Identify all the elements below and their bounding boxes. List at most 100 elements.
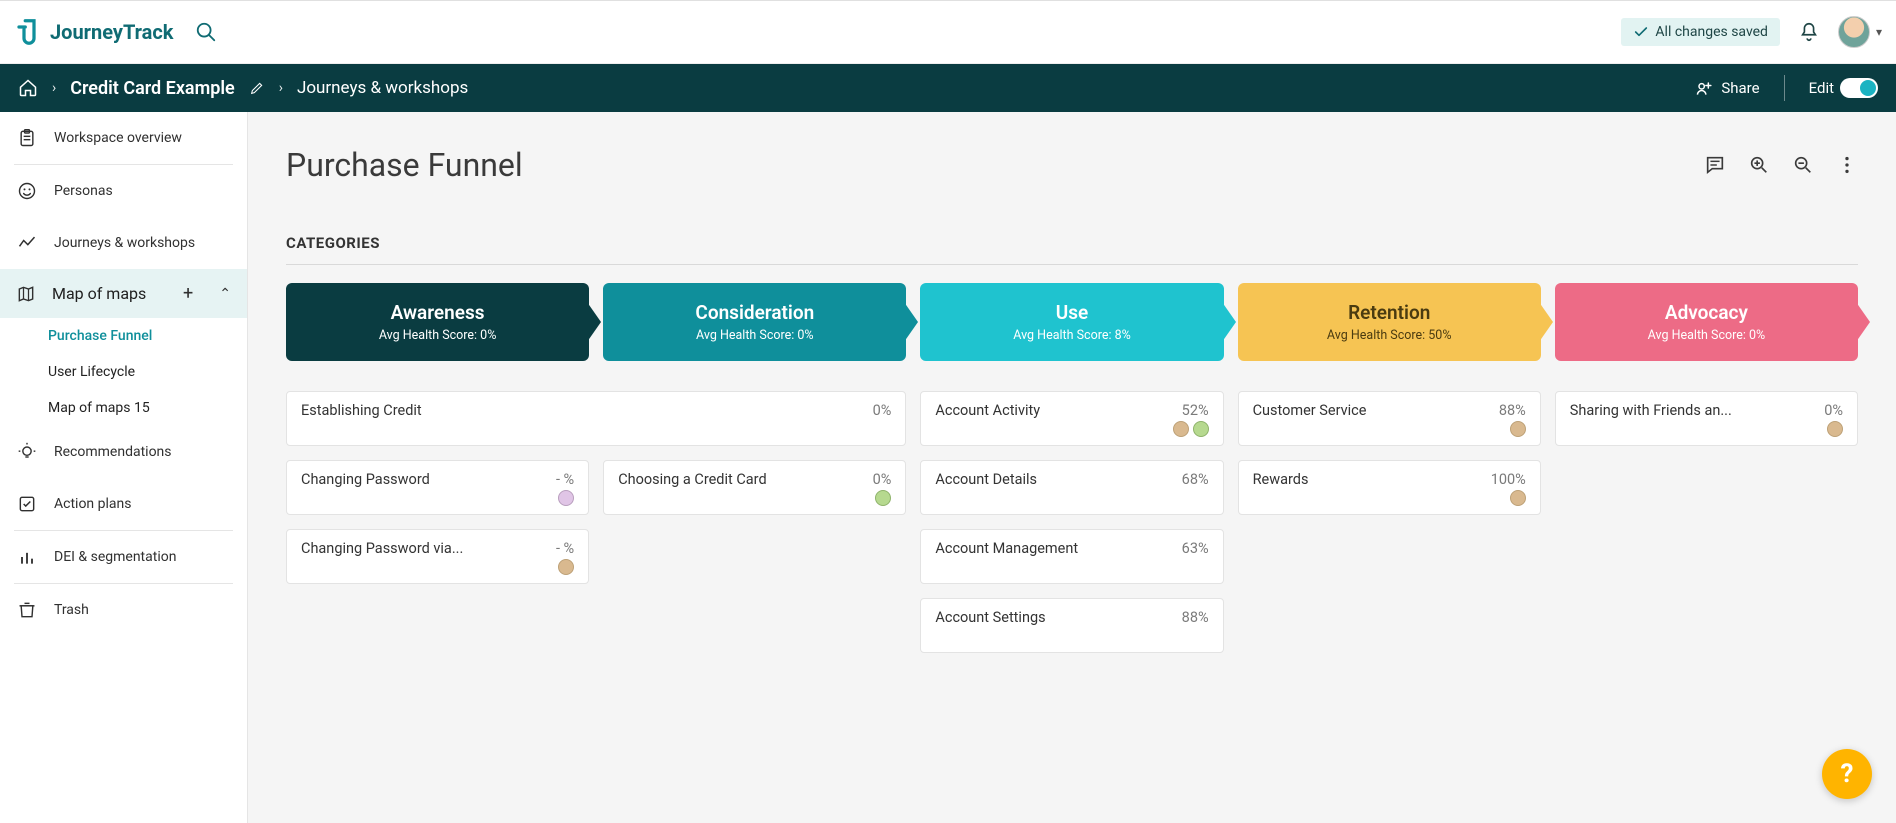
chevron-right-icon: › (52, 80, 56, 96)
stage-health: Avg Health Score: 8% (1013, 328, 1131, 343)
sidebar-item-label: Action plans (54, 496, 131, 512)
sidebar-item-trash[interactable]: Trash (0, 584, 247, 636)
persona-icon (16, 181, 38, 201)
card-grid: Establishing Credit 0% Account Activity … (286, 391, 1858, 653)
sidebar-item-label: Workspace overview (54, 130, 182, 146)
chevron-up-icon[interactable]: ⌃ (219, 286, 231, 302)
sidebar-item-dei[interactable]: DEI & segmentation (0, 531, 247, 583)
stage-advocacy[interactable]: Advocacy Avg Health Score: 0% (1555, 283, 1858, 361)
plus-icon[interactable]: + (183, 283, 193, 304)
persona-chip (558, 490, 574, 506)
chevron-right-icon: › (279, 80, 283, 96)
search-button[interactable] (191, 17, 221, 47)
card-title: Rewards (1253, 471, 1309, 488)
stage-name: Retention (1348, 301, 1430, 324)
edit-label: Edit (1809, 79, 1834, 97)
stage-name: Use (1056, 301, 1088, 324)
stage-consideration[interactable]: Consideration Avg Health Score: 0% (603, 283, 906, 361)
stage-use[interactable]: Use Avg Health Score: 8% (920, 283, 1223, 361)
journey-icon (16, 233, 38, 253)
card-value: 52% (1182, 402, 1209, 419)
breadcrumb-workspace[interactable]: Credit Card Example (70, 78, 235, 99)
stage-row: Awareness Avg Health Score: 0% Considera… (286, 283, 1858, 361)
journey-card[interactable]: Account Management 63% (920, 529, 1223, 584)
card-title: Account Management (935, 540, 1078, 557)
sidebar-item-journeys[interactable]: Journeys & workshops (0, 217, 247, 269)
search-icon (195, 21, 217, 43)
card-title: Changing Password via... (301, 540, 463, 557)
pencil-icon[interactable] (249, 80, 265, 96)
avatar (1838, 16, 1870, 48)
categories-heading: CATEGORIES (286, 234, 1858, 252)
help-button[interactable]: ? (1822, 749, 1872, 799)
home-button[interactable] (18, 78, 38, 98)
check-icon (1633, 24, 1649, 40)
sidebar-item-map-of-maps[interactable]: Map of maps + ⌃ (0, 269, 247, 318)
journey-card[interactable]: Changing Password via... - % (286, 529, 589, 584)
journey-card[interactable]: Account Activity 52% (920, 391, 1223, 446)
journey-card[interactable]: Establishing Credit 0% (286, 391, 906, 446)
card-value: 88% (1182, 609, 1209, 626)
sidebar-item-personas[interactable]: Personas (0, 165, 247, 217)
sidebar-item-label: Trash (54, 602, 89, 618)
empty-cell (603, 598, 906, 653)
journey-card[interactable]: Choosing a Credit Card 0% (603, 460, 906, 515)
sidebar-item-label: User Lifecycle (48, 364, 135, 380)
divider (286, 264, 1858, 265)
user-menu[interactable]: ▾ (1838, 16, 1882, 48)
chevron-down-icon: ▾ (1876, 25, 1882, 39)
sidebar-item-label: Personas (54, 183, 113, 199)
topbar: JourneyTrack All changes saved ▾ (0, 0, 1896, 64)
zoom-in-button[interactable] (1748, 154, 1770, 176)
stage-health: Avg Health Score: 50% (1327, 328, 1452, 343)
brand-logo[interactable]: JourneyTrack (14, 17, 173, 47)
empty-cell (1555, 529, 1858, 584)
empty-cell (603, 529, 906, 584)
card-value: 88% (1499, 402, 1526, 419)
edit-toggle[interactable]: Edit (1809, 78, 1878, 98)
sidebar-sub-map-15[interactable]: Map of maps 15 (0, 390, 247, 426)
stage-retention[interactable]: Retention Avg Health Score: 50% (1238, 283, 1541, 361)
more-button[interactable] (1836, 154, 1858, 176)
sidebar-item-recommendations[interactable]: Recommendations (0, 426, 247, 478)
card-value: 68% (1182, 471, 1209, 488)
sidebar-item-label: Purchase Funnel (48, 328, 152, 344)
journey-card[interactable]: Sharing with Friends an... 0% (1555, 391, 1858, 446)
empty-cell (1238, 529, 1541, 584)
brand-name: JourneyTrack (50, 20, 173, 44)
sidebar-item-overview[interactable]: Workspace overview (0, 112, 247, 164)
card-value: 0% (1824, 402, 1843, 419)
sidebar-item-label: Map of maps (52, 284, 146, 303)
journey-card[interactable]: Account Details 68% (920, 460, 1223, 515)
comment-button[interactable] (1704, 154, 1726, 176)
sidebar-sub-user-lifecycle[interactable]: User Lifecycle (0, 354, 247, 390)
journey-card[interactable]: Changing Password - % (286, 460, 589, 515)
trash-icon (16, 600, 38, 620)
sidebar: Workspace overview Personas Journeys & w… (0, 112, 248, 823)
card-value: - % (556, 540, 574, 557)
toggle-on-icon (1840, 78, 1878, 98)
share-button[interactable]: Share (1695, 78, 1759, 98)
main-canvas: Purchase Funnel CATEGORIES Aw (248, 112, 1896, 823)
share-label: Share (1721, 79, 1759, 97)
sidebar-item-label: Journeys & workshops (54, 235, 195, 251)
card-title: Customer Service (1253, 402, 1367, 419)
stage-name: Awareness (391, 301, 485, 324)
breadcrumb-section[interactable]: Journeys & workshops (297, 78, 468, 98)
stage-awareness[interactable]: Awareness Avg Health Score: 0% (286, 283, 589, 361)
card-title: Account Details (935, 471, 1037, 488)
card-title: Establishing Credit (301, 402, 422, 419)
card-title: Changing Password (301, 471, 430, 488)
stage-health: Avg Health Score: 0% (379, 328, 497, 343)
card-title: Account Activity (935, 402, 1040, 419)
journey-card[interactable]: Customer Service 88% (1238, 391, 1541, 446)
persona-chip (558, 559, 574, 575)
journey-card[interactable]: Account Settings 88% (920, 598, 1223, 653)
sidebar-sub-purchase-funnel[interactable]: Purchase Funnel (0, 318, 247, 354)
empty-cell (1555, 598, 1858, 653)
stage-name: Consideration (695, 301, 814, 324)
zoom-out-button[interactable] (1792, 154, 1814, 176)
sidebar-item-action-plans[interactable]: Action plans (0, 478, 247, 530)
journey-card[interactable]: Rewards 100% (1238, 460, 1541, 515)
notifications-button[interactable] (1798, 21, 1820, 43)
